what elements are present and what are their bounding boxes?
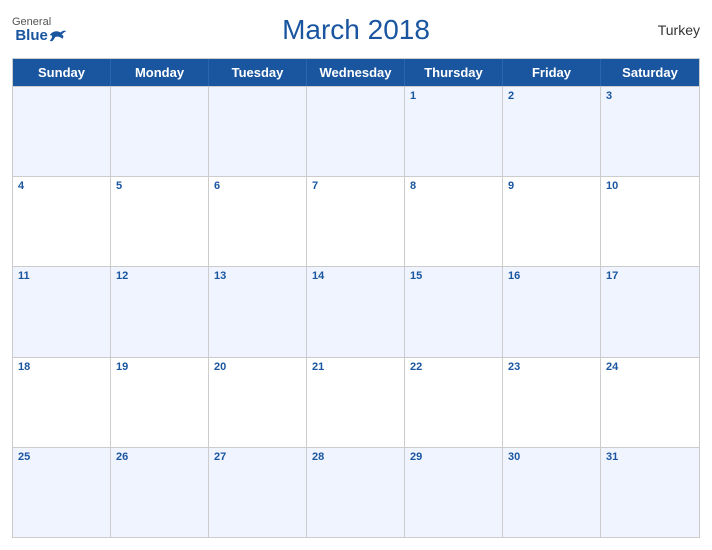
day-number: 31 bbox=[606, 451, 618, 463]
calendar-header: General Blue March 2018 Turkey bbox=[12, 10, 700, 50]
week-row-1: 1 2 3 bbox=[13, 86, 699, 176]
day-cell: 11 bbox=[13, 267, 111, 356]
day-number: 27 bbox=[214, 451, 226, 463]
day-number: 10 bbox=[606, 180, 618, 192]
day-number: 19 bbox=[116, 361, 128, 373]
day-cell: 4 bbox=[13, 177, 111, 266]
day-number: 7 bbox=[312, 180, 318, 192]
week-row-4: 18 19 20 21 22 23 24 bbox=[13, 357, 699, 447]
week-row-2: 4 5 6 7 8 9 10 bbox=[13, 176, 699, 266]
day-number: 3 bbox=[606, 90, 612, 102]
day-cell: 19 bbox=[111, 358, 209, 447]
day-number: 26 bbox=[116, 451, 128, 463]
day-number: 25 bbox=[18, 451, 30, 463]
day-cell bbox=[307, 87, 405, 176]
day-cell: 5 bbox=[111, 177, 209, 266]
day-number: 13 bbox=[214, 270, 226, 282]
day-number: 2 bbox=[508, 90, 514, 102]
country-label: Turkey bbox=[658, 22, 700, 38]
day-header-tuesday: Tuesday bbox=[209, 59, 307, 86]
day-cell: 14 bbox=[307, 267, 405, 356]
day-number: 1 bbox=[410, 90, 416, 102]
week-row-5: 25 26 27 28 29 30 31 bbox=[13, 447, 699, 537]
day-header-wednesday: Wednesday bbox=[307, 59, 405, 86]
day-cell: 18 bbox=[13, 358, 111, 447]
day-cell: 20 bbox=[209, 358, 307, 447]
day-number: 17 bbox=[606, 270, 618, 282]
day-number: 18 bbox=[18, 361, 30, 373]
day-number: 16 bbox=[508, 270, 520, 282]
day-cell: 26 bbox=[111, 448, 209, 537]
day-number: 9 bbox=[508, 180, 514, 192]
day-number: 20 bbox=[214, 361, 226, 373]
day-cell: 9 bbox=[503, 177, 601, 266]
day-cell: 10 bbox=[601, 177, 699, 266]
day-cell: 29 bbox=[405, 448, 503, 537]
day-number: 12 bbox=[116, 270, 128, 282]
day-header-friday: Friday bbox=[503, 59, 601, 86]
day-cell: 30 bbox=[503, 448, 601, 537]
day-cell: 7 bbox=[307, 177, 405, 266]
day-cell: 28 bbox=[307, 448, 405, 537]
calendar-container: General Blue March 2018 Turkey SundayMon… bbox=[0, 0, 712, 550]
day-number: 11 bbox=[18, 270, 30, 282]
day-number: 6 bbox=[214, 180, 220, 192]
day-cell: 16 bbox=[503, 267, 601, 356]
day-cell bbox=[209, 87, 307, 176]
day-cell bbox=[13, 87, 111, 176]
day-cell: 24 bbox=[601, 358, 699, 447]
day-number: 23 bbox=[508, 361, 520, 373]
day-cell: 13 bbox=[209, 267, 307, 356]
day-number: 28 bbox=[312, 451, 324, 463]
logo: General Blue bbox=[12, 17, 51, 44]
day-cell bbox=[111, 87, 209, 176]
logo-blue-text: Blue bbox=[15, 27, 48, 44]
calendar-grid: SundayMondayTuesdayWednesdayThursdayFrid… bbox=[12, 58, 700, 538]
day-cell: 23 bbox=[503, 358, 601, 447]
day-cell: 21 bbox=[307, 358, 405, 447]
weeks-container: 1234567891011121314151617181920212223242… bbox=[13, 86, 699, 537]
day-cell: 31 bbox=[601, 448, 699, 537]
day-header-saturday: Saturday bbox=[601, 59, 699, 86]
day-header-thursday: Thursday bbox=[405, 59, 503, 86]
day-cell: 6 bbox=[209, 177, 307, 266]
day-cell: 17 bbox=[601, 267, 699, 356]
day-number: 5 bbox=[116, 180, 122, 192]
day-cell: 3 bbox=[601, 87, 699, 176]
day-cell: 1 bbox=[405, 87, 503, 176]
day-number: 21 bbox=[312, 361, 324, 373]
day-cell: 22 bbox=[405, 358, 503, 447]
day-cell: 12 bbox=[111, 267, 209, 356]
bird-icon bbox=[48, 28, 66, 50]
day-number: 22 bbox=[410, 361, 422, 373]
day-number: 24 bbox=[606, 361, 618, 373]
day-cell: 8 bbox=[405, 177, 503, 266]
day-number: 14 bbox=[312, 270, 324, 282]
day-header-monday: Monday bbox=[111, 59, 209, 86]
calendar-title: March 2018 bbox=[282, 14, 430, 46]
day-cell: 25 bbox=[13, 448, 111, 537]
day-headers-row: SundayMondayTuesdayWednesdayThursdayFrid… bbox=[13, 59, 699, 86]
day-number: 8 bbox=[410, 180, 416, 192]
week-row-3: 11 12 13 14 15 16 17 bbox=[13, 266, 699, 356]
day-number: 29 bbox=[410, 451, 422, 463]
day-cell: 15 bbox=[405, 267, 503, 356]
day-cell: 2 bbox=[503, 87, 601, 176]
day-header-sunday: Sunday bbox=[13, 59, 111, 86]
day-number: 4 bbox=[18, 180, 24, 192]
day-cell: 27 bbox=[209, 448, 307, 537]
day-number: 30 bbox=[508, 451, 520, 463]
day-number: 15 bbox=[410, 270, 422, 282]
